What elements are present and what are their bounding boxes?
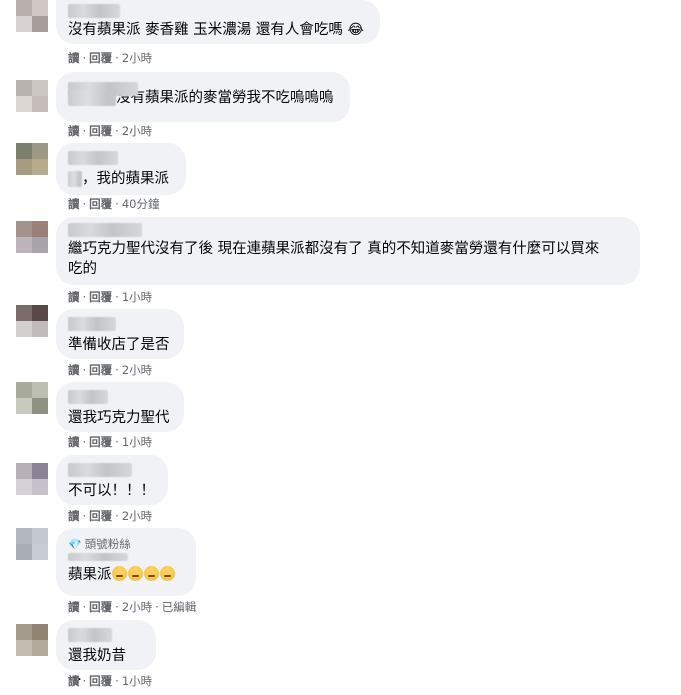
edited-label[interactable]: 已編輯: [162, 600, 197, 614]
relieved-face-emoji-icon: [143, 566, 159, 581]
reply-link[interactable]: 回覆: [89, 600, 112, 614]
reply-link[interactable]: 回覆: [89, 290, 112, 304]
comment-actions: 讀 · 回覆 · 2小時: [68, 509, 153, 523]
read-link[interactable]: 讀: [68, 124, 80, 138]
reply-link[interactable]: 回覆: [89, 197, 112, 211]
blurred-author-name: [68, 4, 120, 18]
relieved-face-emoji-icon: [127, 566, 143, 581]
avatar[interactable]: [16, 463, 48, 495]
blurred-author-name: [68, 390, 108, 404]
comment-actions: 讀 · 回覆 · 2小時: [68, 124, 153, 138]
reply-link[interactable]: 回覆: [89, 51, 112, 65]
read-link[interactable]: 讀: [68, 51, 80, 65]
avatar[interactable]: [16, 382, 48, 414]
blurred-mention: [68, 171, 82, 187]
avatar[interactable]: [16, 80, 48, 112]
read-link[interactable]: 讀: [68, 363, 80, 377]
avatar[interactable]: [16, 143, 48, 175]
top-fan-badge[interactable]: 💎 頭號粉絲: [68, 536, 184, 552]
relieved-face-emoji-icon: [111, 566, 127, 581]
avatar[interactable]: [16, 0, 48, 32]
timestamp[interactable]: 40分鐘: [122, 197, 160, 211]
comment-actions: 讀 · 回覆 · 2小時: [68, 363, 153, 377]
comment-bubble: ，我的蘋果派: [56, 143, 186, 195]
blurred-author-name: [68, 553, 128, 561]
comment-actions: 讀 · 回覆 · 2小時: [68, 51, 153, 65]
comment-bubble: 還我巧克力聖代: [56, 382, 184, 432]
timestamp[interactable]: 1小時: [122, 290, 152, 304]
reply-link[interactable]: 回覆: [89, 674, 112, 688]
comment-text: 沒有蘋果派 麥香雞 玉米濃湯 還有人會吃嗎 😂: [68, 22, 364, 38]
timestamp[interactable]: 2小時: [122, 124, 152, 138]
comment-bubble: 繼巧克力聖代沒有了後 現在連蘋果派都沒有了 真的不知道麥當勞還有什麼可以買來 吃…: [56, 217, 640, 285]
read-link[interactable]: 讀: [68, 197, 80, 211]
comment-text: 蘋果派: [68, 565, 184, 585]
blurred-author-name: [68, 317, 116, 331]
comment-text: 不可以！！！: [68, 483, 155, 499]
timestamp[interactable]: 2小時: [122, 509, 152, 523]
laughing-emoji-icon: 😂: [347, 22, 364, 38]
read-link[interactable]: 讀: [68, 435, 80, 449]
timestamp[interactable]: 1小時: [122, 435, 152, 449]
timestamp[interactable]: 2小時: [122, 51, 152, 65]
comment-actions: 讀 · 回覆 · 40分鐘: [68, 197, 160, 211]
reply-link[interactable]: 回覆: [89, 435, 112, 449]
comment-actions: 讀 · 回覆 · 2小時 · 已編輯: [68, 600, 197, 614]
comment-text: 沒有蘋果派的麥當勞我不吃嗚嗚嗚: [68, 88, 338, 108]
comment-bubble: 還我奶昔 ...: [56, 620, 156, 684]
comment-bubble: 準備收店了是否: [56, 309, 184, 359]
read-link[interactable]: 讀: [68, 509, 80, 523]
comment-bubble: 沒有蘋果派 麥香雞 玉米濃湯 還有人會吃嗎 😂: [56, 0, 380, 44]
relieved-face-emoji-icon: [159, 566, 175, 581]
blurred-author-name: [68, 463, 132, 477]
timestamp[interactable]: 2小時: [122, 363, 152, 377]
read-link[interactable]: 讀: [68, 674, 80, 688]
timestamp[interactable]: 2小時: [122, 600, 152, 614]
blurred-author-name: [68, 151, 118, 165]
comment-bubble: 沒有蘋果派的麥當勞我不吃嗚嗚嗚: [56, 72, 350, 122]
comment-text: 繼巧克力聖代沒有了後 現在連蘋果派都沒有了 真的不知道麥當勞還有什麼可以買來 吃…: [68, 241, 600, 277]
timestamp[interactable]: 1小時: [122, 674, 152, 688]
comment-actions: 讀 · 回覆 · 1小時: [68, 674, 153, 688]
comment-text: 還我巧克力聖代: [68, 410, 170, 426]
read-link[interactable]: 讀: [68, 600, 80, 614]
comment-actions: 讀 · 回覆 · 1小時: [68, 290, 153, 304]
avatar[interactable]: [16, 305, 48, 337]
reply-link[interactable]: 回覆: [89, 363, 112, 377]
comment-bubble: 💎 頭號粉絲 蘋果派: [56, 528, 196, 596]
blurred-author-name: [68, 628, 112, 642]
comment-text: ，我的蘋果派: [68, 169, 174, 189]
blurred-mention: [68, 90, 116, 106]
comment-actions: 讀 · 回覆 · 1小時: [68, 435, 153, 449]
read-link[interactable]: 讀: [68, 290, 80, 304]
avatar[interactable]: [16, 624, 48, 656]
avatar[interactable]: [16, 221, 48, 253]
reply-link[interactable]: 回覆: [89, 509, 112, 523]
avatar[interactable]: [16, 528, 48, 560]
diamond-icon: 💎: [68, 538, 82, 551]
blurred-author-name: [68, 223, 142, 237]
reply-link[interactable]: 回覆: [89, 124, 112, 138]
comment-text: 準備收店了是否: [68, 337, 170, 353]
comment-bubble: 不可以！！！: [56, 455, 168, 505]
